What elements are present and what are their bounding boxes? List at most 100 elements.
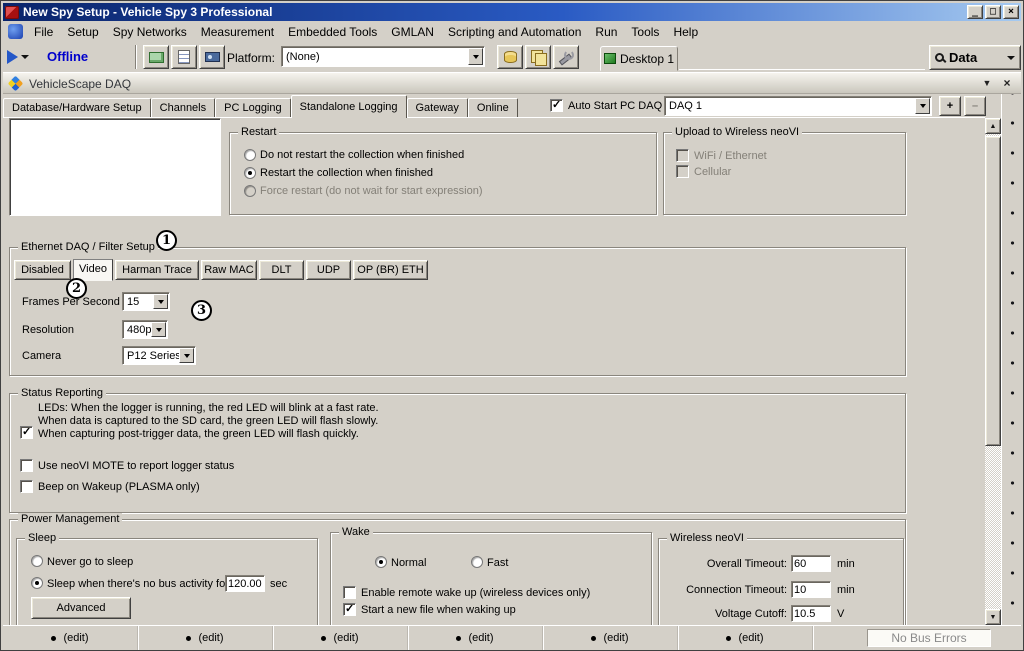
dock-gripper-strip[interactable]	[1001, 94, 1023, 625]
led-status-line1: LEDs: When the logger is running, the re…	[38, 402, 379, 414]
overall-timeout-unit: min	[837, 558, 855, 570]
menu-tools[interactable]: Tools	[624, 23, 666, 41]
remote-wakeup-checkbox[interactable]	[343, 586, 356, 599]
sleep-timeout-input[interactable]	[225, 575, 265, 592]
wifi-ethernet-label: WiFi / Ethernet	[694, 150, 767, 162]
ethernet-tab-disabled[interactable]: Disabled	[14, 260, 71, 280]
vertical-scrollbar[interactable]: ▲ ▼	[985, 118, 1001, 625]
tab-standalone-logging[interactable]: Standalone Logging	[291, 95, 407, 118]
ethernet-tab-harman-trace[interactable]: Harman Trace	[115, 260, 199, 280]
radio-never-sleep[interactable]	[31, 555, 43, 567]
led-status-checkbox[interactable]	[20, 426, 33, 439]
menu-file[interactable]: File	[27, 23, 60, 41]
hardware-button[interactable]	[143, 45, 169, 69]
minimize-button[interactable]: _	[967, 5, 983, 19]
maximize-button[interactable]: □	[985, 5, 1001, 19]
bus-slot-6[interactable]: (edit)	[678, 626, 813, 650]
panel-menu-button[interactable]: ▼	[979, 76, 995, 92]
scroll-down-button[interactable]: ▼	[985, 609, 1001, 625]
bus-slot-5[interactable]: (edit)	[543, 626, 678, 650]
tab-database-hardware-setup[interactable]: Database/Hardware Setup	[3, 98, 151, 117]
platform-select[interactable]: (None)	[281, 46, 485, 67]
menu-app-icon[interactable]	[8, 24, 23, 39]
connection-timeout-input[interactable]	[791, 581, 831, 598]
add-daq-button[interactable]: +	[939, 96, 961, 116]
menu-scripting-automation[interactable]: Scripting and Automation	[441, 23, 588, 41]
scrollbar-thumb[interactable]	[985, 136, 1001, 446]
edit-link[interactable]: (edit)	[198, 632, 223, 644]
edit-link[interactable]: (edit)	[333, 632, 358, 644]
tools-button[interactable]	[553, 45, 579, 69]
beep-wakeup-checkbox[interactable]	[20, 480, 33, 493]
capture-button[interactable]	[199, 45, 225, 69]
desktop-tabstrip-line	[679, 69, 925, 70]
radio-wake-fast[interactable]	[471, 556, 483, 568]
edit-link[interactable]: (edit)	[603, 632, 628, 644]
radio-sleep-no-bus[interactable]	[31, 577, 43, 589]
edit-link[interactable]: (edit)	[63, 632, 88, 644]
tab-desktop-1[interactable]: Desktop 1	[600, 46, 678, 71]
platform-dropdown-icon[interactable]	[468, 48, 483, 65]
bus-slot-4[interactable]: (edit)	[408, 626, 543, 650]
camera-dropdown-icon[interactable]	[179, 348, 194, 363]
overall-timeout-input[interactable]	[791, 555, 831, 572]
collection-list[interactable]	[9, 118, 221, 216]
data-dropdown-icon[interactable]	[1007, 56, 1015, 60]
advanced-button[interactable]: Advanced	[31, 597, 131, 619]
app-icon[interactable]	[5, 6, 19, 19]
title-bar[interactable]: New Spy Setup - Vehicle Spy 3 Profession…	[3, 3, 1021, 21]
resolution-select[interactable]: 480p	[122, 320, 168, 339]
resolution-dropdown-icon[interactable]	[151, 322, 166, 337]
ethernet-tab-op-br-eth[interactable]: OP (BR) ETH	[353, 260, 428, 280]
menu-gmlan[interactable]: GMLAN	[384, 23, 441, 41]
remote-wakeup-label: Enable remote wake up (wireless devices …	[361, 587, 590, 599]
led-status-line3: When capturing post-trigger data, the gr…	[38, 428, 359, 440]
vehiclescape-daq-icon	[8, 76, 24, 92]
panel-close-button[interactable]: ×	[999, 76, 1015, 92]
menu-spy-networks[interactable]: Spy Networks	[106, 23, 194, 41]
bus-slot-2[interactable]: (edit)	[138, 626, 273, 650]
daq-dropdown-icon[interactable]	[915, 98, 930, 114]
panel-tab-strip: Database/Hardware Setup Channels PC Logg…	[3, 94, 518, 117]
menu-setup[interactable]: Setup	[60, 23, 105, 41]
bus-dot-icon	[456, 636, 461, 641]
radio-no-restart-label: Do not restart the collection when finis…	[260, 149, 464, 161]
edit-link[interactable]: (edit)	[468, 632, 493, 644]
remove-daq-button[interactable]: –	[964, 96, 986, 116]
menu-measurement[interactable]: Measurement	[194, 23, 281, 41]
tab-channels[interactable]: Channels	[151, 98, 215, 117]
bus-slot-3[interactable]: (edit)	[273, 626, 408, 650]
logging-button[interactable]	[171, 45, 197, 69]
radio-restart-when-finished[interactable]	[244, 167, 256, 179]
menu-embedded-tools[interactable]: Embedded Tools	[281, 23, 384, 41]
fps-select[interactable]: 15	[122, 292, 170, 311]
database-button[interactable]	[497, 45, 523, 69]
platform-value: (None)	[286, 51, 320, 63]
daq-select[interactable]: DAQ 1	[664, 96, 932, 116]
wireless-neovi-group: Wireless neoVI Overall Timeout: min Conn…	[658, 538, 904, 628]
copy-setup-button[interactable]	[525, 45, 551, 69]
scroll-up-button[interactable]: ▲	[985, 118, 1001, 134]
voltage-cutoff-input[interactable]	[791, 605, 831, 622]
camera-select[interactable]: P12 Series	[122, 346, 196, 365]
ethernet-tab-udp[interactable]: UDP	[306, 260, 351, 280]
menu-help[interactable]: Help	[666, 23, 705, 41]
auto-start-pc-daq-checkbox[interactable]	[550, 99, 563, 112]
tab-pc-logging[interactable]: PC Logging	[215, 98, 291, 117]
fps-dropdown-icon[interactable]	[153, 294, 168, 309]
edit-link[interactable]: (edit)	[738, 632, 763, 644]
tab-online[interactable]: Online	[468, 98, 518, 117]
radio-wake-normal[interactable]	[375, 556, 387, 568]
desktop-tab-label: Desktop 1	[620, 52, 674, 66]
menu-run[interactable]: Run	[588, 23, 624, 41]
radio-no-restart[interactable]	[244, 149, 256, 161]
bus-slot-1[interactable]: (edit)	[3, 626, 138, 650]
new-file-wakeup-checkbox[interactable]	[343, 603, 356, 616]
ethernet-tab-dlt[interactable]: DLT	[259, 260, 304, 280]
go-online-button[interactable]	[7, 45, 41, 69]
tab-gateway[interactable]: Gateway	[407, 98, 468, 117]
ethernet-tab-raw-mac[interactable]: Raw MAC	[201, 260, 257, 280]
data-button[interactable]: Data	[929, 45, 1021, 70]
neovi-mote-checkbox[interactable]	[20, 459, 33, 472]
close-button[interactable]: ×	[1003, 5, 1019, 19]
